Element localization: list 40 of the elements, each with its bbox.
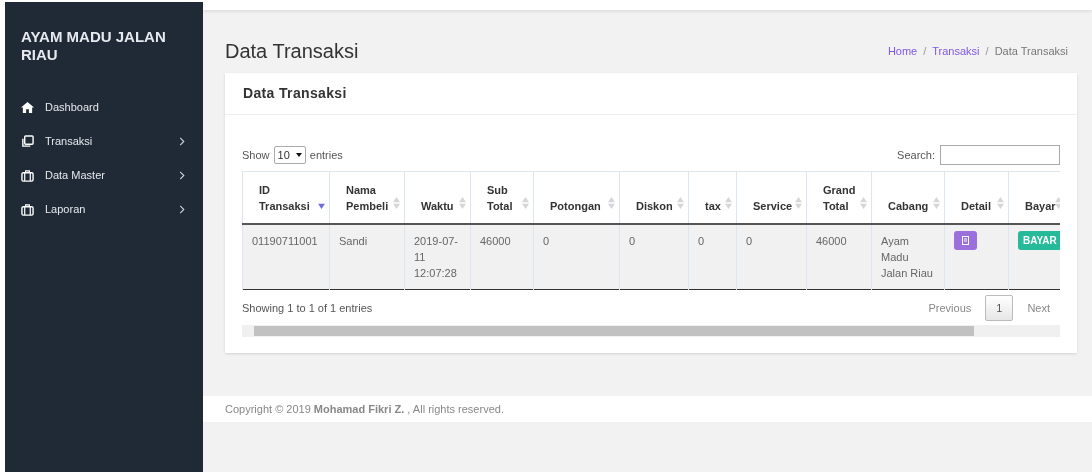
copyright-text: Copyright © 2019 Mohamad Fikri Z. , All rights reserved. (225, 401, 504, 417)
home-icon (21, 100, 34, 114)
breadcrumb-current: Data Transaksi (994, 43, 1068, 59)
pagination-button[interactable]: 1 (985, 295, 1014, 321)
card-title: Data Transaksi (243, 84, 347, 103)
entries-info: Showing 1 to 1 of 1 entries (242, 300, 373, 316)
table-cell: 46000 (806, 224, 872, 290)
brand-title: AYAM MADU JALAN RIAU (20, 28, 167, 64)
table-cell: 01190711001 (242, 224, 330, 290)
table-cell: 0 (736, 224, 807, 290)
breadcrumb-link[interactable]: Home (887, 42, 918, 60)
show-label: Show (242, 147, 270, 163)
entries-label: entries (309, 147, 343, 163)
breadcrumb-separator: / (985, 43, 989, 59)
breadcrumb-separator: / (923, 43, 927, 59)
horizontal-scrollbar[interactable] (242, 325, 1060, 337)
document-icon (962, 236, 969, 245)
copy-icon (21, 134, 34, 148)
sidebar-item[interactable]: Data Master (5, 158, 203, 192)
table-cell: Ayam Madu Jalan Riau (871, 224, 945, 290)
detail-button[interactable] (954, 231, 977, 250)
caret-icon (295, 153, 302, 157)
search-label: Search: (897, 147, 935, 163)
breadcrumb-link[interactable]: Transaksi (932, 42, 980, 60)
table-cell: 0 (619, 224, 689, 290)
sidebar-item[interactable]: Laporan (5, 192, 203, 226)
briefcase-icon (21, 202, 34, 216)
search-field[interactable] (940, 145, 1060, 165)
pagination-button[interactable]: Previous (918, 295, 982, 321)
sidebar-item[interactable]: Dashboard (5, 90, 203, 124)
entries-select[interactable]: 10 (273, 146, 306, 164)
table-cell: Sandi (329, 224, 405, 290)
table-cell: 0 (688, 224, 737, 290)
table-cell: 0 (533, 224, 620, 290)
table-cell: 46000 (470, 224, 534, 290)
briefcase-icon (21, 168, 34, 182)
sidebar-item[interactable]: Transaksi (5, 124, 203, 158)
page-title: Data Transaksi (225, 39, 359, 64)
pagination-button[interactable]: Next (1017, 295, 1060, 321)
table-cell: 2019-07-11 12:07:28 (404, 224, 471, 290)
